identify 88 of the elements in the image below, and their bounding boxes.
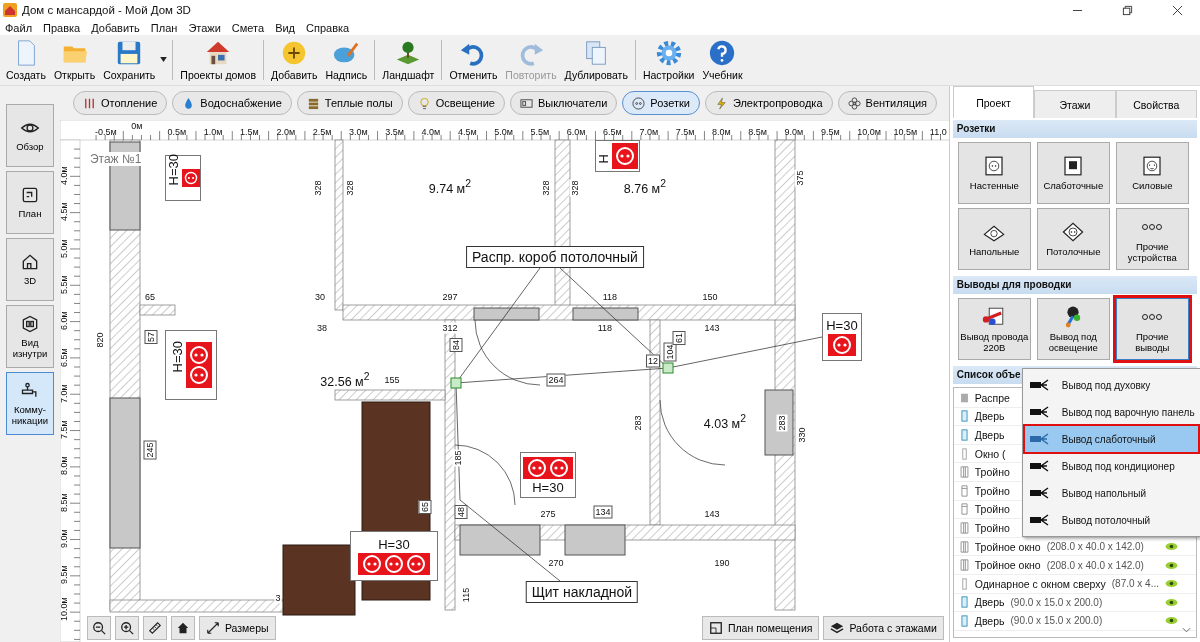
dimension-label: 297	[441, 291, 459, 303]
dimension-label: 118	[596, 322, 614, 334]
ruler-label: 0.5м	[167, 127, 187, 137]
socket-marker: H=30	[349, 531, 438, 581]
dimension-label: 375	[794, 169, 806, 187]
ruler-label: 4.0м	[59, 166, 69, 185]
ruler-label: 5.5м	[59, 275, 69, 294]
ruler-label: 3.0м	[349, 127, 368, 137]
dimension-label: 134	[593, 505, 613, 519]
callout-label: Распр. короб потолочный	[466, 246, 644, 268]
ruler-label: 9.5м	[59, 565, 69, 585]
ruler-label: 6.0м	[59, 311, 69, 331]
dimension-label: 30	[313, 291, 326, 303]
dimension-label: 38	[315, 322, 328, 334]
dimension-label: 185	[452, 449, 464, 467]
room-area: 4.03 м$^{2}$	[703, 413, 746, 431]
dimension-label: 118	[601, 291, 619, 303]
dimension-label: 330	[796, 426, 808, 444]
ruler-label: 9.0м	[784, 127, 804, 137]
ruler-label: 5.0м	[59, 238, 69, 258]
room-area: 9.74 м$^{2}$	[428, 178, 471, 196]
dimension-label: 275	[539, 508, 557, 520]
dimension-label: 270	[547, 557, 565, 569]
ruler-label: 0м	[131, 121, 143, 131]
dimension-label: 61	[672, 331, 686, 345]
ruler-label: 6.5м	[603, 127, 622, 137]
floor-label: Этаж №1	[87, 152, 144, 166]
dimension-label: 115	[460, 586, 472, 604]
socket-marker: H	[594, 140, 640, 172]
ruler-label: 9.0м	[59, 529, 69, 548]
dimension-label: 283	[776, 414, 788, 432]
ruler-label: 5.5м	[530, 127, 550, 137]
ruler-label: 3.5м	[385, 127, 404, 137]
dimension-label: 820	[94, 331, 106, 349]
dimension-label: 3	[274, 592, 282, 604]
ruler-label: 4.5м	[59, 202, 69, 222]
ruler-label: 5.0м	[494, 127, 513, 137]
ruler-label: 4.0м	[421, 127, 441, 137]
ruler-label: 1.0м	[203, 127, 223, 137]
ruler-label: 11.0	[929, 127, 947, 137]
ruler-label: 10.0м	[857, 127, 881, 137]
dimension-label: 57	[144, 330, 158, 344]
dimension-label: 190	[713, 557, 731, 569]
ruler-label: 8.0м	[712, 127, 731, 137]
dimension-label: 155	[383, 374, 401, 386]
dimension-label: 328	[312, 179, 324, 197]
dimension-label: 312	[441, 322, 459, 334]
ruler-label: 2.5м	[312, 127, 332, 137]
ruler-label: 7.0м	[639, 127, 659, 137]
socket-marker: H=30	[519, 452, 576, 498]
dimension-label: 245	[143, 440, 157, 460]
room-area: 32.56 м$^{2}$	[320, 371, 370, 389]
ruler-label: 1.5м	[240, 127, 259, 137]
ruler-label: 7.5м	[675, 127, 695, 137]
dimension-label: 65	[143, 291, 156, 303]
room-area: 8.76 м$^{2}$	[623, 178, 666, 196]
section-header: Выводы для проводки	[952, 276, 1197, 294]
dimension-label: 328	[540, 179, 552, 197]
ruler-label: 6.5м	[59, 347, 69, 367]
ruler-label: 10.0м	[59, 596, 69, 621]
dimension-label: 84	[449, 338, 463, 352]
ruler-label: 8.0м	[59, 456, 69, 476]
ruler-label: 7.5м	[59, 420, 69, 440]
window-title: Дом с мансардой - Мой Дом 3D	[22, 4, 191, 16]
socket-marker: H=30	[821, 313, 862, 361]
dimension-label: 12	[645, 354, 660, 368]
dimension-label: 328	[569, 179, 581, 197]
section-header: Розетки	[952, 120, 1197, 138]
ruler-label: 10.5м	[893, 127, 918, 137]
ruler-label: 6.0м	[566, 127, 586, 137]
dimension-label: 283	[632, 414, 644, 432]
ruler-label: -0.5м	[94, 127, 117, 137]
socket-marker: H=30	[164, 155, 201, 201]
callout-label: Щит накладной	[525, 581, 639, 603]
dimension-label: 104	[663, 342, 677, 362]
ruler-label: 4.5м	[457, 127, 477, 137]
ruler-label: 2.0м	[276, 127, 296, 137]
ruler-label: 8.5м	[59, 493, 69, 512]
dimension-label: 328	[344, 179, 356, 197]
dimension-label: 264	[546, 373, 566, 387]
ruler-label: 7.0м	[59, 384, 69, 403]
socket-marker: H=30	[164, 330, 217, 400]
dimension-label: 150	[701, 291, 719, 303]
ruler-label: 9.5м	[820, 127, 840, 137]
dimension-label: 143	[703, 322, 721, 334]
ruler-label: 8.5м	[748, 127, 767, 137]
dimension-label: 143	[703, 508, 721, 520]
dimension-label: 48	[454, 505, 468, 519]
